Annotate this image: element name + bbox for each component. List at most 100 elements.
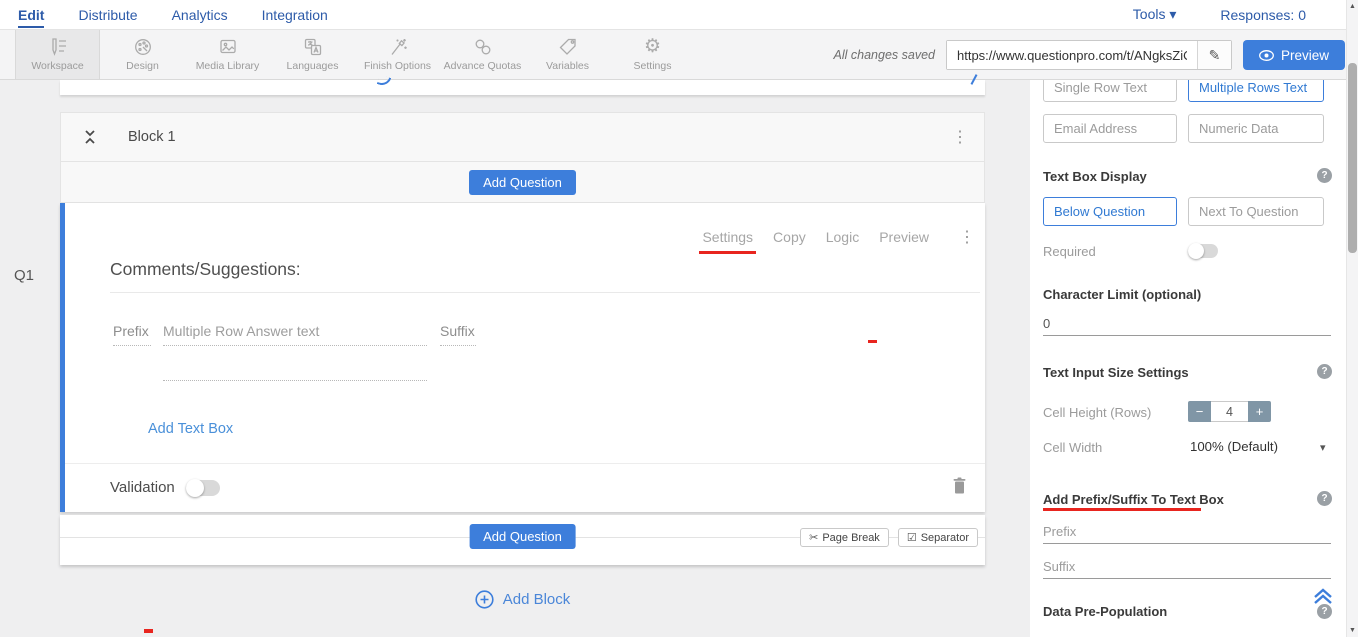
- character-limit-input[interactable]: [1043, 312, 1331, 336]
- divider: [65, 463, 985, 464]
- character-limit-title: Character Limit (optional): [1043, 287, 1201, 302]
- preview-button[interactable]: Preview: [1243, 40, 1345, 70]
- checkbox-icon: ☑: [907, 531, 917, 544]
- block-header: Block 1 ⋮: [60, 112, 985, 162]
- annotation-red-underline: [1043, 508, 1201, 511]
- add-text-box-link[interactable]: Add Text Box: [148, 421, 233, 437]
- question-id-label: Q1: [14, 267, 34, 284]
- tab-logic[interactable]: Logic: [826, 229, 859, 245]
- question-title[interactable]: Comments/Suggestions:: [110, 259, 301, 280]
- toolbar-item-workspace[interactable]: Workspace: [15, 30, 100, 79]
- scrollbar-up-arrow[interactable]: ▲: [1347, 3, 1358, 10]
- help-icon[interactable]: ?: [1317, 491, 1332, 506]
- prefix-field[interactable]: Prefix: [113, 323, 151, 346]
- caret-down-icon: ▾: [1169, 6, 1176, 22]
- tab-settings[interactable]: Settings: [702, 229, 753, 245]
- nav-tab-edit[interactable]: Edit: [18, 7, 44, 28]
- add-block-button[interactable]: Add Block: [60, 590, 985, 609]
- page-break-button[interactable]: ✂ Page Break: [800, 528, 889, 547]
- palette-icon: [132, 37, 154, 57]
- workspace-icon: [47, 37, 69, 57]
- required-toggle[interactable]: [1188, 244, 1218, 258]
- eye-icon: [1259, 50, 1274, 61]
- size-settings-title: Text Input Size Settings: [1043, 365, 1189, 380]
- separator-button[interactable]: ☑ Separator: [898, 528, 978, 547]
- toolbar-item-design[interactable]: Design: [100, 30, 185, 79]
- cell-width-label: Cell Width: [1043, 440, 1102, 455]
- text-box-display-title: Text Box Display: [1043, 169, 1147, 184]
- edit-url-button[interactable]: ✎: [1197, 41, 1231, 69]
- prefix-input[interactable]: [1043, 520, 1331, 544]
- survey-url-group: ✎: [946, 40, 1232, 70]
- answer-text-field[interactable]: Multiple Row Answer text: [163, 323, 427, 346]
- toolbar-item-advance-quotas[interactable]: Advance Quotas: [440, 30, 525, 79]
- help-icon[interactable]: ?: [1317, 168, 1332, 183]
- question-menu-icon[interactable]: ⋮: [959, 227, 975, 247]
- image-icon: [217, 37, 239, 57]
- plus-circle-icon: [475, 590, 494, 609]
- delete-question-icon[interactable]: [952, 477, 967, 499]
- block-menu-icon[interactable]: ⋮: [952, 127, 968, 147]
- stepper-plus-button[interactable]: +: [1248, 401, 1271, 422]
- stepper-minus-button[interactable]: −: [1188, 401, 1211, 422]
- gear-icon: ⚙: [644, 37, 661, 57]
- page-scrollbar: ▲ ▼: [1346, 0, 1358, 637]
- help-icon[interactable]: ?: [1317, 364, 1332, 379]
- top-nav: Edit Distribute Analytics Integration To…: [0, 0, 1358, 30]
- caret-down-icon[interactable]: ▾: [1320, 441, 1326, 454]
- responses-count-link[interactable]: Responses: 0: [1220, 7, 1306, 23]
- cell-height-label: Cell Height (Rows): [1043, 405, 1151, 420]
- toolbar-item-finish-options[interactable]: Finish Options: [355, 30, 440, 79]
- add-question-button-top[interactable]: Add Question: [469, 170, 576, 195]
- type-multiple-rows-text[interactable]: Multiple Rows Text: [1188, 80, 1324, 102]
- cell-height-value[interactable]: [1211, 401, 1248, 422]
- nav-tab-distribute[interactable]: Distribute: [78, 7, 137, 23]
- scrollbar-thumb[interactable]: [1348, 63, 1357, 253]
- suffix-input[interactable]: [1043, 555, 1331, 579]
- question-tabs: Settings Copy Logic Preview ⋮: [702, 227, 975, 247]
- scissors-icon: ✂: [809, 531, 818, 544]
- answer-row-2[interactable]: [163, 375, 427, 381]
- block-title[interactable]: Block 1: [128, 129, 176, 145]
- tab-copy[interactable]: Copy: [773, 229, 806, 245]
- help-icon[interactable]: ?: [1317, 604, 1332, 619]
- question-card: Settings Copy Logic Preview ⋮ Comments/S…: [60, 203, 985, 512]
- type-email-address[interactable]: Email Address: [1043, 114, 1177, 143]
- tag-icon: [557, 37, 579, 57]
- annotation-red-dash: [144, 629, 153, 633]
- prefix-suffix-title: Add Prefix/Suffix To Text Box: [1043, 492, 1224, 507]
- cell-width-select[interactable]: 100% (Default): [1190, 439, 1278, 454]
- toolbar-item-variables[interactable]: Variables: [525, 30, 610, 79]
- display-below-question[interactable]: Below Question: [1043, 197, 1177, 226]
- cell-height-stepper: − +: [1188, 401, 1271, 422]
- nav-tab-integration[interactable]: Integration: [262, 7, 328, 23]
- tools-menu[interactable]: Tools ▾: [1133, 6, 1177, 23]
- nav-tab-analytics[interactable]: Analytics: [172, 7, 228, 23]
- collapse-block-icon[interactable]: [83, 128, 97, 146]
- toolbar-item-media-library[interactable]: Media Library: [185, 30, 270, 79]
- previous-panel-edge: [60, 80, 985, 95]
- tab-preview[interactable]: Preview: [879, 229, 929, 245]
- add-question-strip-bottom: Add Question ✂ Page Break ☑ Separator: [60, 515, 985, 565]
- annotation-red-dash: [868, 340, 877, 343]
- validation-label: Validation: [110, 479, 175, 496]
- type-numeric-data[interactable]: Numeric Data: [1188, 114, 1324, 143]
- toolbar-item-settings[interactable]: ⚙ Settings: [610, 30, 695, 79]
- save-status: All changes saved: [834, 48, 935, 62]
- display-next-to-question[interactable]: Next To Question: [1188, 197, 1324, 226]
- add-question-button-bottom[interactable]: Add Question: [469, 524, 576, 549]
- survey-url-input[interactable]: [947, 41, 1197, 69]
- questionpro-editor: Edit Distribute Analytics Integration To…: [0, 0, 1358, 637]
- type-single-row-text[interactable]: Single Row Text: [1043, 80, 1177, 102]
- required-label: Required: [1043, 244, 1096, 259]
- suffix-field[interactable]: Suffix: [440, 323, 476, 346]
- toolbar-item-languages[interactable]: Languages: [270, 30, 355, 79]
- data-prepopulation-title: Data Pre-Population: [1043, 604, 1167, 619]
- add-question-strip-top: Add Question: [60, 162, 985, 203]
- scrollbar-down-arrow[interactable]: ▼: [1347, 627, 1358, 634]
- settings-sidebar: Single Row Text Multiple Rows Text Email…: [1030, 80, 1346, 637]
- editor-toolbar: Workspace Design Media Library Languages…: [0, 30, 1358, 80]
- pencil-icon: ✎: [1209, 47, 1221, 64]
- divider: [110, 292, 980, 293]
- validation-toggle[interactable]: [186, 480, 220, 496]
